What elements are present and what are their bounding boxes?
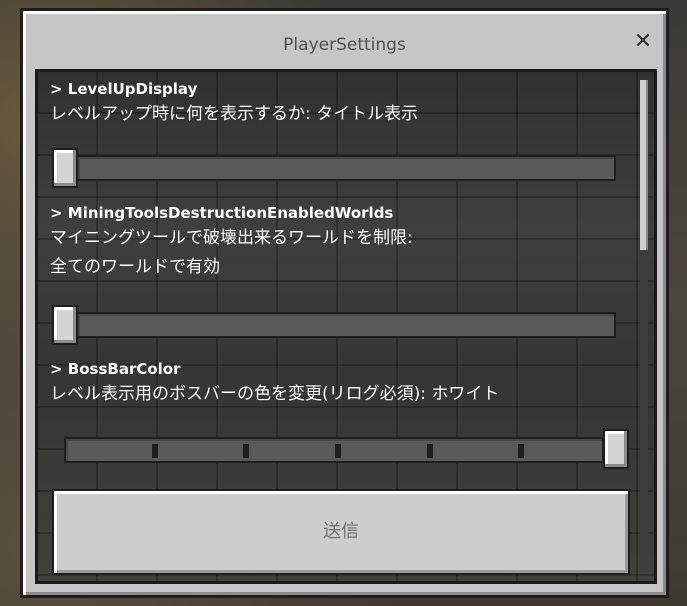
submit-button[interactable]: 送信 (52, 489, 630, 575)
setting-desc-miningtools-line1: マイニングツールで破壊出来るワールドを制限: (50, 228, 413, 248)
dialog-title: PlayerSettings (283, 35, 406, 55)
setting-name-levelupdisplay: > LevelUpDisplay (50, 80, 198, 98)
bossbarcolor-slider-track[interactable] (64, 437, 604, 463)
levelupdisplay-slider-handle[interactable] (52, 148, 78, 188)
scrollbar-thumb[interactable] (640, 80, 648, 250)
levelupdisplay-slider-track[interactable] (76, 155, 616, 181)
setting-name-miningtools: > MiningToolsDestructionEnabledWorlds (50, 204, 394, 222)
settings-scroll-panel[interactable]: > LevelUpDisplay レベルアップ時に何を表示するか: タイトル表示… (35, 69, 657, 584)
slider-tick (335, 444, 341, 458)
slider-tick (152, 444, 158, 458)
miningtools-slider-handle[interactable] (52, 305, 78, 345)
miningtools-slider-track[interactable] (76, 312, 616, 338)
setting-name-bossbarcolor: > BossBarColor (50, 360, 181, 378)
bossbarcolor-slider-handle[interactable] (603, 429, 629, 469)
setting-desc-bossbarcolor: レベル表示用のボスバーの色を変更(リログ必須): ホワイト (50, 384, 500, 404)
slider-tick (518, 444, 524, 458)
setting-desc-levelupdisplay: レベルアップ時に何を表示するか: タイトル表示 (50, 104, 419, 124)
close-icon[interactable]: ✕ (632, 31, 654, 53)
slider-tick (427, 444, 433, 458)
setting-desc-miningtools-line2: 全てのワールドで有効 (50, 257, 220, 277)
player-settings-dialog: PlayerSettings ✕ > LevelUpDisplay レベルアップ… (20, 8, 669, 598)
slider-tick (243, 444, 249, 458)
